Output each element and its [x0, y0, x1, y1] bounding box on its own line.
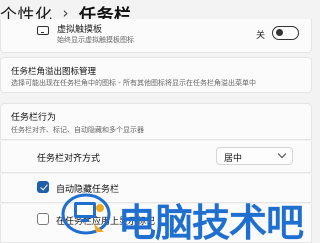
- alignment-dropdown[interactable]: 居中: [216, 147, 293, 165]
- touchpad-description: 始终显示虚拟触摸板图标: [57, 36, 134, 44]
- toggle-knob: [276, 29, 283, 36]
- alignment-label: 任务栏对齐方式: [37, 154, 101, 164]
- behaviors-description: 任务栏对齐、标记、自动隐藏和多个显示器: [11, 126, 144, 134]
- watermark: 电脑技术吧: [60, 184, 312, 243]
- touchpad-icon: [37, 26, 49, 35]
- taskbar-behaviors-section[interactable]: 任务栏行为 任务栏对齐、标记、自动隐藏和多个显示器: [0, 103, 312, 140]
- alignment-selected-value: 居中: [224, 154, 243, 164]
- overflow-title: 任务栏角溢出图标管理: [11, 67, 97, 77]
- behaviors-title: 任务栏行为: [11, 113, 57, 123]
- overflow-description: 选择可能出现在任务栏角中的图标 - 所有其他图标将显示在任务栏角溢出菜单中: [11, 79, 256, 87]
- overflow-icons-section[interactable]: 任务栏角溢出图标管理 选择可能出现在任务栏角中的图标 - 所有其他图标将显示在任…: [0, 57, 312, 93]
- auto-hide-checkbox[interactable]: [37, 181, 49, 193]
- alignment-setting-row: 任务栏对齐方式 居中: [0, 141, 312, 173]
- touchpad-toggle-label: 关: [256, 31, 266, 41]
- touchpad-title: 虚拟触摸板: [57, 25, 103, 35]
- watermark-text: 电脑技术吧: [118, 201, 304, 243]
- touchpad-toggle[interactable]: [272, 26, 299, 40]
- badges-checkbox[interactable]: [37, 213, 49, 225]
- touchpad-setting-row: 虚拟触摸板 始终显示虚拟触摸板图标 关: [0, 19, 312, 53]
- chevron-down-icon: [277, 149, 287, 159]
- watermark-logo-icon: [61, 193, 111, 235]
- settings-page: 个性化 › 任务栏 虚拟触摸板 始终显示虚拟触摸板图标 关 任务栏角溢出图标管理…: [0, 0, 315, 243]
